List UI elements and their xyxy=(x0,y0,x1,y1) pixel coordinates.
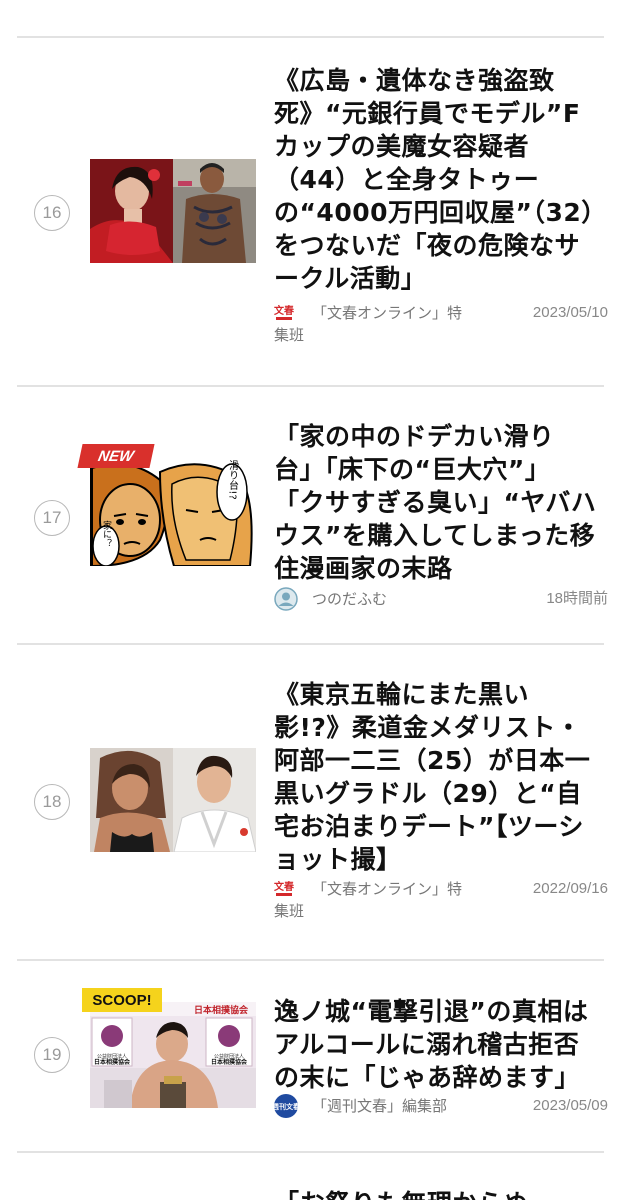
manga-illustration: 滑り台!? 家に？ xyxy=(90,460,256,566)
article-title[interactable]: 《広島・遺体なき強盗致 死》“元銀行員でモデル”F カップの美魔女容疑者 （44… xyxy=(274,64,608,295)
publish-date: 18時間前 xyxy=(546,590,608,607)
publish-date: 2023/05/09 xyxy=(532,1097,608,1114)
article-title[interactable]: 逸ノ城“電撃引退”の真相は アルコールに溺れ稽古拒否 の末に「じゃあ辞めます」 xyxy=(274,995,608,1094)
svg-text:文春: 文春 xyxy=(274,880,294,893)
article-item-18[interactable]: 18 《東京五輪にまた黒い 影!?》柔道金メダリスト・ 阿部一二三（25）が日本… xyxy=(0,645,621,959)
photo-gravure-and-judoka xyxy=(90,748,256,852)
rank-badge: 18 xyxy=(34,784,70,820)
photo-woman-and-tattooed-man xyxy=(90,159,256,263)
rank-badge: 19 xyxy=(34,1037,70,1073)
user-avatar-icon xyxy=(274,587,298,611)
speech-bubble-text: 滑り台!? xyxy=(227,460,239,500)
article-meta: 文春 「文春オンライン」特 集班 2022/09/16 xyxy=(274,878,608,922)
article-thumbnail[interactable]: 日本相撲協会 公益財団法人 日本相撲協会 公益財団法人 日本相撲協会 xyxy=(90,1002,256,1108)
article-item-16[interactable]: 16 《広島・遺体なき強盗致 死》“元銀行員でモデル”F カップの美魔女容疑者 … xyxy=(0,38,621,386)
article-thumbnail[interactable] xyxy=(90,748,256,852)
svg-text:週刊文春: 週刊文春 xyxy=(274,1102,298,1111)
svg-text:文春: 文春 xyxy=(274,304,294,317)
article-item-17[interactable]: 17 滑り台!? 家に？ NEW 「家の中のドデカい滑り 台」「床下の“巨大穴”… xyxy=(0,387,621,643)
article-meta: 文春 「文春オンライン」特 集班 2023/05/10 xyxy=(274,302,608,346)
article-meta: つのだふむ 18時間前 xyxy=(274,587,608,632)
author-name[interactable]: つのだふむ xyxy=(312,588,492,610)
new-badge: NEW xyxy=(77,444,155,468)
publish-date: 2022/09/16 xyxy=(532,880,608,897)
source-name[interactable]: 「文春オンライン」特 xyxy=(312,302,492,324)
bunshun-online-logo-icon: 文春 xyxy=(274,303,294,323)
source-name[interactable]: 「文春オンライン」特 xyxy=(312,878,492,900)
sign-text: 日本相撲協会 xyxy=(194,1004,249,1016)
source-name-cont: 集班 xyxy=(274,902,305,920)
article-item-20[interactable]: 「お祭りも無理からぬ xyxy=(0,1153,621,1200)
article-meta: 週刊文春 「週刊文春」編集部 2023/05/09 xyxy=(274,1094,608,1139)
publish-date: 2023/05/10 xyxy=(532,304,608,321)
bunshun-online-logo-icon: 文春 xyxy=(274,879,294,899)
source-name[interactable]: 「週刊文春」編集部 xyxy=(312,1095,492,1117)
ranking-list: 16 《広島・遺体なき強盗致 死》“元銀行員でモデル”F カップの美魔女容疑者 … xyxy=(0,0,621,1200)
speech-bubble-text: 家に？ xyxy=(101,519,112,547)
article-thumbnail[interactable] xyxy=(90,159,256,263)
scoop-badge: SCOOP! xyxy=(82,988,162,1012)
source-name-cont: 集班 xyxy=(274,326,305,344)
article-item-19[interactable]: 19 日本相撲協会 公益財団法人 日本相撲協会 公益財団法人 日本相撲協会 SC… xyxy=(0,961,621,1151)
rank-badge: 16 xyxy=(34,195,70,231)
article-title[interactable]: 「家の中のドデカい滑り 台」「床下の“巨大穴”」 「クサすぎる臭い」“ヤバハ ウ… xyxy=(274,420,608,585)
shukan-bunshun-logo-icon: 週刊文春 xyxy=(274,1094,298,1118)
svg-text:日本相撲協会: 日本相撲協会 xyxy=(211,1058,248,1066)
photo-sumo-press-conference: 日本相撲協会 公益財団法人 日本相撲協会 公益財団法人 日本相撲協会 xyxy=(90,1002,256,1108)
article-title[interactable]: 《東京五輪にまた黒い 影!?》柔道金メダリスト・ 阿部一二三（25）が日本一 黒… xyxy=(274,678,608,876)
rank-badge: 17 xyxy=(34,500,70,536)
article-thumbnail[interactable]: 滑り台!? 家に？ xyxy=(90,460,256,566)
article-title[interactable]: 「お祭りも無理からぬ xyxy=(274,1187,608,1200)
svg-text:日本相撲協会: 日本相撲協会 xyxy=(94,1058,131,1066)
